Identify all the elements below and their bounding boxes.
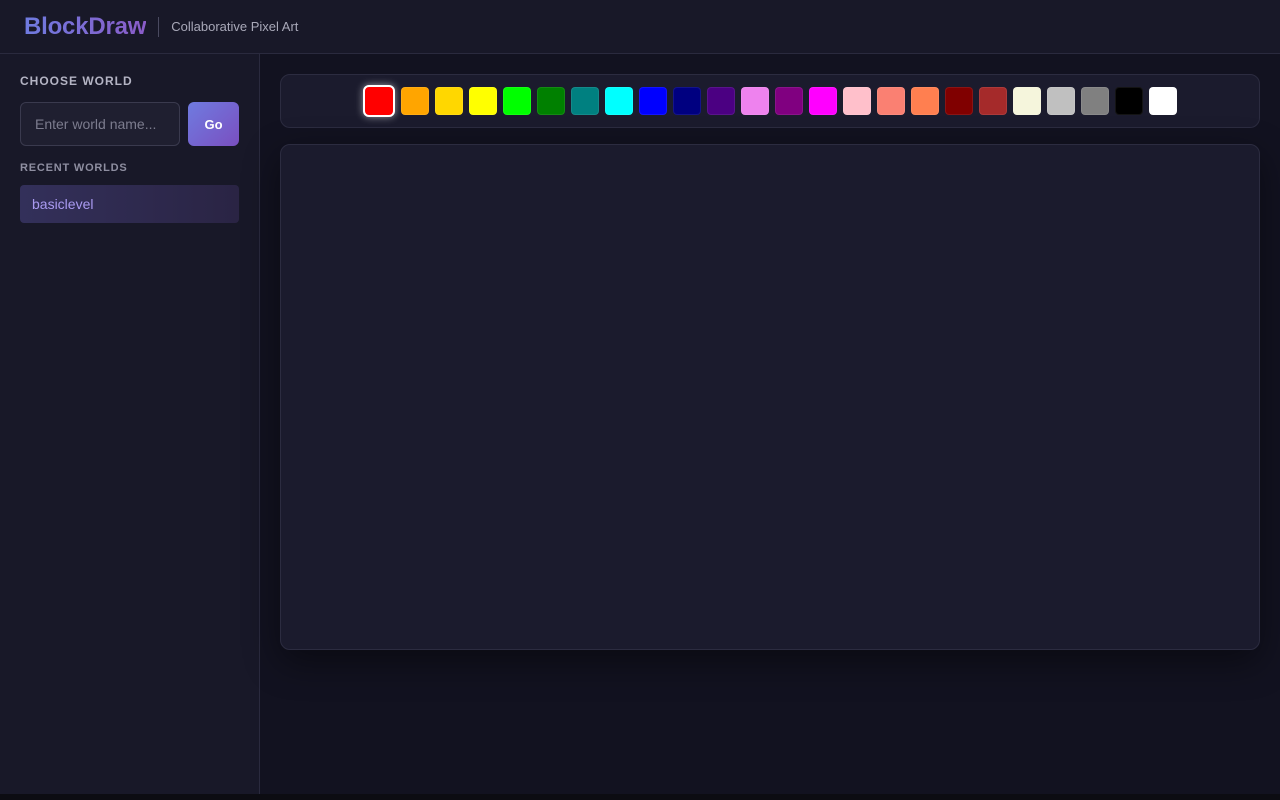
color-swatch[interactable] xyxy=(775,87,803,115)
app-logo-title[interactable]: BlockDraw xyxy=(24,13,146,41)
color-swatch[interactable] xyxy=(877,87,905,115)
color-swatch[interactable] xyxy=(537,87,565,115)
color-swatch[interactable] xyxy=(363,85,395,117)
world-name-input[interactable] xyxy=(20,102,180,146)
color-swatch[interactable] xyxy=(639,87,667,115)
header-divider xyxy=(158,16,160,37)
color-swatch[interactable] xyxy=(605,87,633,115)
choose-world-title: CHOOSE WORLD xyxy=(20,74,133,88)
color-swatch[interactable] xyxy=(1081,87,1109,115)
color-swatch[interactable] xyxy=(1013,87,1041,115)
color-swatch[interactable] xyxy=(1149,87,1177,115)
world-form: Go xyxy=(20,102,239,146)
color-swatch[interactable] xyxy=(911,87,939,115)
color-swatch[interactable] xyxy=(1115,87,1143,115)
app-header: BlockDraw Collaborative Pixel Art xyxy=(0,0,1280,54)
color-swatch[interactable] xyxy=(673,87,701,115)
color-swatch[interactable] xyxy=(571,87,599,115)
color-swatch[interactable] xyxy=(469,87,497,115)
app-root: BlockDraw Collaborative Pixel Art CHOOSE… xyxy=(0,0,1280,800)
recent-worlds-title: RECENT WORLDS xyxy=(20,162,128,174)
color-swatch[interactable] xyxy=(401,87,429,115)
bottom-edge xyxy=(0,794,1280,800)
color-swatch[interactable] xyxy=(809,87,837,115)
color-swatch[interactable] xyxy=(707,87,735,115)
color-swatch[interactable] xyxy=(503,87,531,115)
color-swatch[interactable] xyxy=(1047,87,1075,115)
color-swatch[interactable] xyxy=(435,87,463,115)
go-button[interactable]: Go xyxy=(188,102,239,146)
color-palette xyxy=(280,74,1260,128)
color-swatch[interactable] xyxy=(741,87,769,115)
recent-worlds-list: basiclevel xyxy=(20,185,239,223)
recent-world-item[interactable]: basiclevel xyxy=(20,185,239,223)
color-swatch[interactable] xyxy=(945,87,973,115)
color-swatch[interactable] xyxy=(843,87,871,115)
app-tagline: Collaborative Pixel Art xyxy=(171,19,299,34)
sidebar: CHOOSE WORLD Go RECENT WORLDS basiclevel xyxy=(0,54,260,794)
main-area xyxy=(261,54,1280,794)
color-swatch[interactable] xyxy=(979,87,1007,115)
drawing-canvas[interactable] xyxy=(280,144,1260,650)
